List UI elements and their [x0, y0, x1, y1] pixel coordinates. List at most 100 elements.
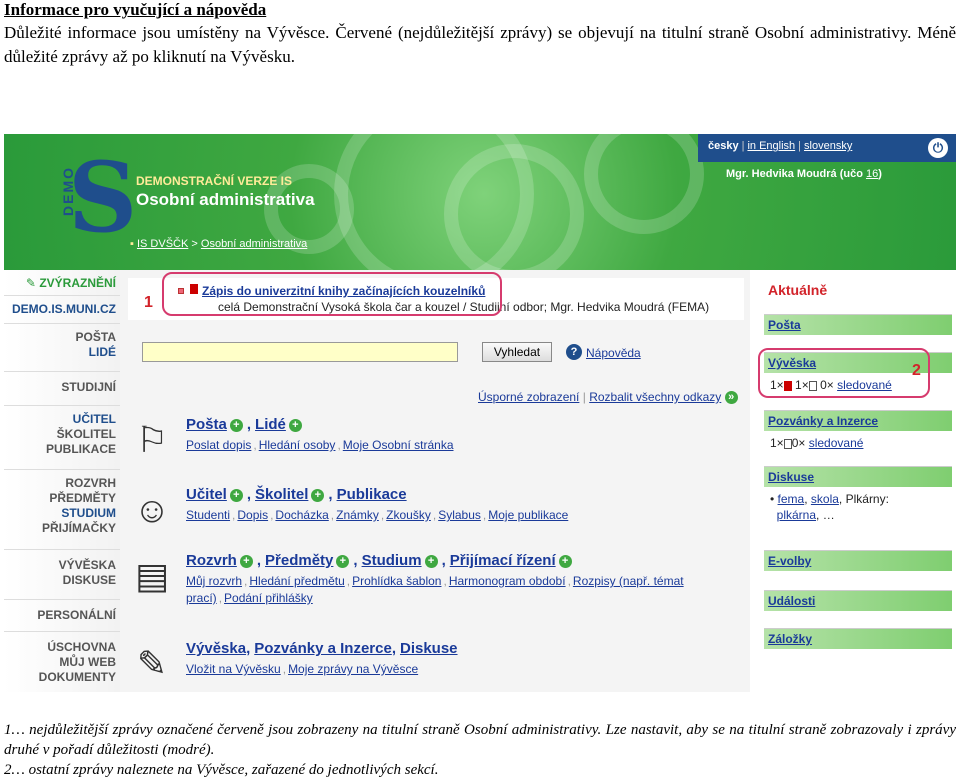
search-input[interactable] — [142, 342, 458, 362]
disc-skola[interactable]: skola — [811, 492, 839, 506]
section-link[interactable]: Zkoušky — [386, 508, 431, 522]
expand-icon[interactable]: » — [724, 391, 738, 405]
box-evolby: E-volby — [764, 550, 952, 571]
section-heading-link[interactable]: Diskuse — [400, 640, 458, 657]
separator: , — [246, 486, 252, 503]
demo-label: DEMONSTRAČNÍ VERZE IS — [136, 174, 293, 188]
section-headings: Pošta +, Lidé + — [186, 416, 306, 433]
plus-icon[interactable]: + — [311, 488, 325, 502]
breadcrumb-separator: > — [191, 238, 198, 250]
box-diskuse-link[interactable]: Diskuse — [764, 467, 952, 487]
plus-icon[interactable]: + — [558, 554, 572, 568]
section-link[interactable]: Dopis — [237, 508, 268, 522]
section-illustration-icon: ⚐ — [135, 419, 169, 460]
box-invites-link[interactable]: Pozvánky a Inzerce — [764, 411, 952, 431]
section-link[interactable]: Moje Osobní stránka — [343, 438, 454, 452]
section-heading-link[interactable]: Vývěska — [186, 640, 246, 657]
section-link[interactable]: Harmonogram období — [449, 574, 566, 588]
section-link[interactable]: Moje zprávy na Vývěsce — [288, 662, 418, 676]
section-2: ▤ Rozvrh +, Předměty +, Studium +, Přijímací ří… — [120, 546, 750, 620]
search-button[interactable]: Vyhledat — [482, 342, 552, 362]
separator: , — [380, 508, 385, 522]
nav-posta-lide[interactable]: POŠTA LIDÉ — [4, 324, 120, 372]
section-link[interactable]: Docházka — [275, 508, 328, 522]
section-heading-link[interactable]: Pozvánky a Inzerce — [254, 640, 392, 657]
plus-icon[interactable]: + — [424, 554, 438, 568]
aktualne-title: Aktuálně — [768, 282, 828, 298]
box-invites: Pozvánky a Inzerce 1× 0× sledované — [764, 410, 952, 455]
annotation-marker-2: 2 — [912, 362, 921, 379]
nav-rozvrh[interactable]: ROZVRH PŘEDMĚTY STUDIUM PŘIJÍMAČKY — [4, 470, 120, 550]
plus-icon[interactable]: + — [229, 488, 243, 502]
help-icon[interactable]: ? — [566, 344, 582, 360]
nav-highlights[interactable]: ✎ ZVÝRAZNĚNÍ — [4, 270, 120, 296]
nav-ucitel[interactable]: UČITEL ŠKOLITEL PUBLIKACE — [4, 406, 120, 470]
section-link[interactable]: Sylabus — [438, 508, 481, 522]
section-heading-link[interactable]: Publikace — [337, 486, 407, 503]
box-udalosti-link[interactable]: Události — [764, 591, 952, 611]
section-link[interactable]: Podání přihlášky — [224, 591, 313, 605]
expand-all-link[interactable]: Rozbalit všechny odkazy — [589, 390, 721, 404]
breadcrumb-bullet-icon: ▪ — [130, 238, 134, 250]
section-heading-link[interactable]: Lidé — [255, 416, 286, 433]
separator: , — [443, 574, 447, 588]
plus-icon[interactable]: + — [239, 554, 253, 568]
section-link[interactable]: Hledání osoby — [259, 438, 336, 452]
disc-plkarna[interactable]: plkárna — [777, 508, 816, 522]
box-zalozky-link[interactable]: Záložky — [764, 629, 952, 649]
section-heading-link[interactable]: Školitel — [255, 486, 308, 503]
section-link[interactable]: Poslat dopis — [186, 438, 251, 452]
section-3: ✎ Vývěska, Pozvánky a Inzerce, Diskuse Vloži… — [120, 634, 750, 692]
section-heading-link[interactable]: Studium — [362, 552, 422, 569]
lang-czech[interactable]: česky — [708, 140, 739, 152]
box-posta: Pošta — [764, 314, 952, 335]
footnote-2: 2… ostatní zprávy naleznete na Vývěsce, … — [4, 762, 439, 778]
box-posta-link[interactable]: Pošta — [764, 315, 952, 335]
section-link[interactable]: Můj rozvrh — [186, 574, 242, 588]
help-link[interactable]: Nápověda — [586, 346, 641, 360]
section-link[interactable]: Studenti — [186, 508, 230, 522]
separator: , — [328, 486, 333, 503]
section-link[interactable]: Vložit na Vývěsku — [186, 662, 281, 676]
separator: , — [218, 591, 223, 605]
main-content: 1 Zápis do univerzitní knihy začínajícíc… — [120, 270, 750, 692]
section-link[interactable]: Hledání předmětu — [249, 574, 344, 588]
invites-followed-link[interactable]: sledované — [809, 436, 864, 450]
section-heading-link[interactable]: Učitel — [186, 486, 227, 503]
logout-icon[interactable]: ⏻ — [928, 138, 948, 158]
separator: , — [282, 662, 287, 676]
section-link[interactable]: Známky — [336, 508, 379, 522]
document-footnotes: 1… nejdůležitější zprávy označené červen… — [4, 720, 956, 778]
breadcrumb-root[interactable]: IS DVŠČK — [137, 238, 188, 250]
section-heading-link[interactable]: Přijímací řízení — [450, 552, 556, 569]
plus-icon[interactable]: + — [336, 554, 350, 568]
separator: , — [567, 574, 571, 588]
box-diskuse: Diskuse • fema, skola, Plkárny: plkárna,… — [764, 466, 952, 527]
plus-icon[interactable]: + — [229, 418, 243, 432]
lang-english[interactable]: in English — [747, 140, 795, 152]
nav-site[interactable]: DEMO.IS.MUNI.CZ — [4, 296, 120, 324]
box-evolby-link[interactable]: E-volby — [764, 551, 952, 571]
nav-personalni[interactable]: PERSONÁLNÍ — [4, 600, 120, 632]
nav-studijni[interactable]: STUDIJNÍ — [4, 372, 120, 406]
section-heading-link[interactable]: Předměty — [265, 552, 333, 569]
section-heading-link[interactable]: Pošta — [186, 416, 227, 433]
nav-vyveska[interactable]: VÝVĚSKA DISKUSE — [4, 550, 120, 600]
section-link[interactable]: Moje publikace — [488, 508, 568, 522]
section-link[interactable]: Prohlídka šablon — [352, 574, 441, 588]
simple-view-link[interactable]: Úsporné zobrazení — [478, 390, 579, 404]
separator: , — [330, 508, 335, 522]
lang-slovak[interactable]: slovensky — [804, 140, 852, 152]
separator: , — [246, 640, 251, 657]
disc-fema[interactable]: fema — [778, 492, 805, 506]
left-nav: ✎ ZVÝRAZNĚNÍ DEMO.IS.MUNI.CZ POŠTA LIDÉ S… — [4, 270, 120, 692]
plus-icon[interactable]: + — [288, 418, 302, 432]
nav-uschovna[interactable]: ÚSCHOVNA MŮJ WEB DOKUMENTY — [4, 632, 120, 692]
breadcrumb-current[interactable]: Osobní administrativa — [201, 238, 307, 250]
section-heading-link[interactable]: Rozvrh — [186, 552, 237, 569]
section-illustration-icon: ▤ — [134, 555, 169, 596]
user-uco-link[interactable]: 16 — [866, 168, 878, 180]
logo-icon[interactable]: S — [68, 148, 137, 248]
pencil-icon: ✎ — [25, 276, 36, 290]
box-zalozky: Záložky — [764, 628, 952, 649]
